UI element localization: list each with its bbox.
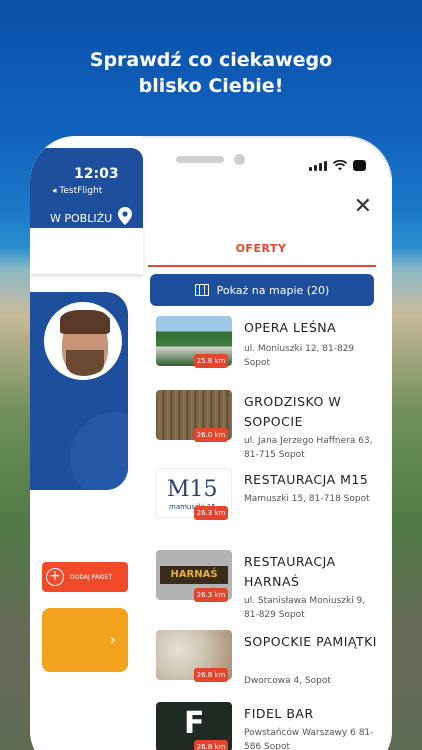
chevron-right-icon: › — [109, 630, 116, 649]
offer-item-m15[interactable]: M15 mamuszki 15 26.3 km RESTAURACJA M15 … — [156, 468, 386, 538]
phone-speaker — [176, 156, 224, 163]
offer-title: OPERA LEŚNA — [244, 320, 337, 335]
offer-address: Mamuszki 15, 81-718 Sopot — [244, 494, 370, 504]
location-pin-icon[interactable] — [118, 207, 132, 225]
distance-badge: 26.0 km — [194, 428, 228, 442]
offer-title: SOPOCKIE PAMIĄTKI — [244, 634, 377, 649]
distance-badge: 26.3 km — [194, 506, 228, 520]
offer-address: ul. Stanisława Moniuszki 9, 81-829 Sopot — [244, 596, 366, 620]
offer-title: RESTAURACJA HARNAŚ — [244, 554, 336, 589]
distance-badge: 25.8 km — [194, 354, 228, 368]
status-icons — [309, 160, 366, 171]
avatar-beard — [66, 350, 104, 376]
offer-item-pamiatki[interactable]: 26.8 km SOPOCKIE PAMIĄTKI Dworcowa 4, So… — [156, 630, 386, 700]
offer-title: FIDEL BAR — [244, 706, 314, 721]
offer-address: ul. Moniuszki 12, 81-829 Sopot — [244, 344, 355, 368]
distance-badge: 26.8 km — [194, 740, 228, 750]
tab-underline — [148, 265, 376, 267]
plus-icon: + — [46, 568, 64, 586]
status-time: 12:03 — [74, 166, 119, 182]
close-button[interactable]: ✕ — [354, 194, 372, 219]
add-package-label: DODAJ PAKIET — [70, 573, 113, 581]
distance-badge: 26.3 km — [194, 588, 228, 602]
m15-logo: M15 — [167, 477, 218, 502]
phone-frame: 12:03 ◂ TestFlight W POBLIŻU 00001853 + … — [30, 136, 392, 750]
offer-item-opera-lesna[interactable]: 25.8 km OPERA LEŚNA ul. Moniuszki 12, 81… — [156, 316, 386, 386]
battery-icon — [353, 160, 366, 171]
distance-badge: 26.8 km — [194, 668, 228, 682]
add-package-button[interactable]: + DODAJ PAKIET — [42, 562, 128, 592]
offer-title: GRODZISKO W SOPOCIE — [244, 394, 342, 429]
offer-address: Powstańców Warszawy 6 81-586 Sopot — [244, 728, 374, 750]
offer-item-grodzisko[interactable]: 26.0 km GRODZISKO W SOPOCIE ul. Jana Jer… — [156, 390, 386, 460]
headline-line-2: blisko Ciebie! — [138, 75, 284, 97]
background-app: 12:03 ◂ TestFlight W POBLIŻU 00001853 + … — [30, 136, 143, 750]
phone-camera — [234, 154, 245, 165]
orange-card-button[interactable]: › — [42, 608, 128, 672]
nearby-label: W POBLIŻU — [50, 212, 113, 225]
offers-panel: ✕ OFERTY Pokaż na mapie (20) 25.8 km OPE… — [146, 178, 392, 750]
avatar-hair — [60, 310, 110, 334]
offer-address: ul. Jana Jerzego Haffnera 63, 81-715 Sop… — [244, 436, 373, 460]
fidel-logo: F — [184, 706, 205, 741]
offer-title: RESTAURACJA M15 — [244, 472, 369, 487]
harnas-logo: HARNAŚ — [160, 566, 228, 584]
offer-item-fidel-bar[interactable]: F 26.8 km FIDEL BAR Powstańców Warszawy … — [156, 702, 386, 750]
show-on-map-label: Pokaż na mapie (20) — [216, 283, 330, 297]
headline-line-1: Sprawdź co ciekawego — [89, 49, 333, 71]
card-decoration — [70, 412, 128, 490]
header-divider — [30, 228, 143, 274]
offer-item-harnas[interactable]: HARNAŚ 26.3 km RESTAURACJA HARNAŚ ul. St… — [156, 550, 386, 620]
signal-icon — [309, 160, 327, 171]
offer-address: Dworcowa 4, Sopot — [244, 676, 331, 686]
avatar — [44, 302, 122, 380]
map-icon — [194, 284, 209, 296]
show-on-map-button[interactable]: Pokaż na mapie (20) — [150, 274, 374, 306]
headline: Sprawdź co ciekawego blisko Ciebie! — [0, 47, 422, 99]
wifi-icon — [333, 160, 347, 171]
back-to-testflight[interactable]: ◂ TestFlight — [52, 186, 102, 196]
tab-offers[interactable]: OFERTY — [146, 242, 376, 255]
nearby-header: 12:03 ◂ TestFlight W POBLIŻU — [30, 148, 143, 228]
